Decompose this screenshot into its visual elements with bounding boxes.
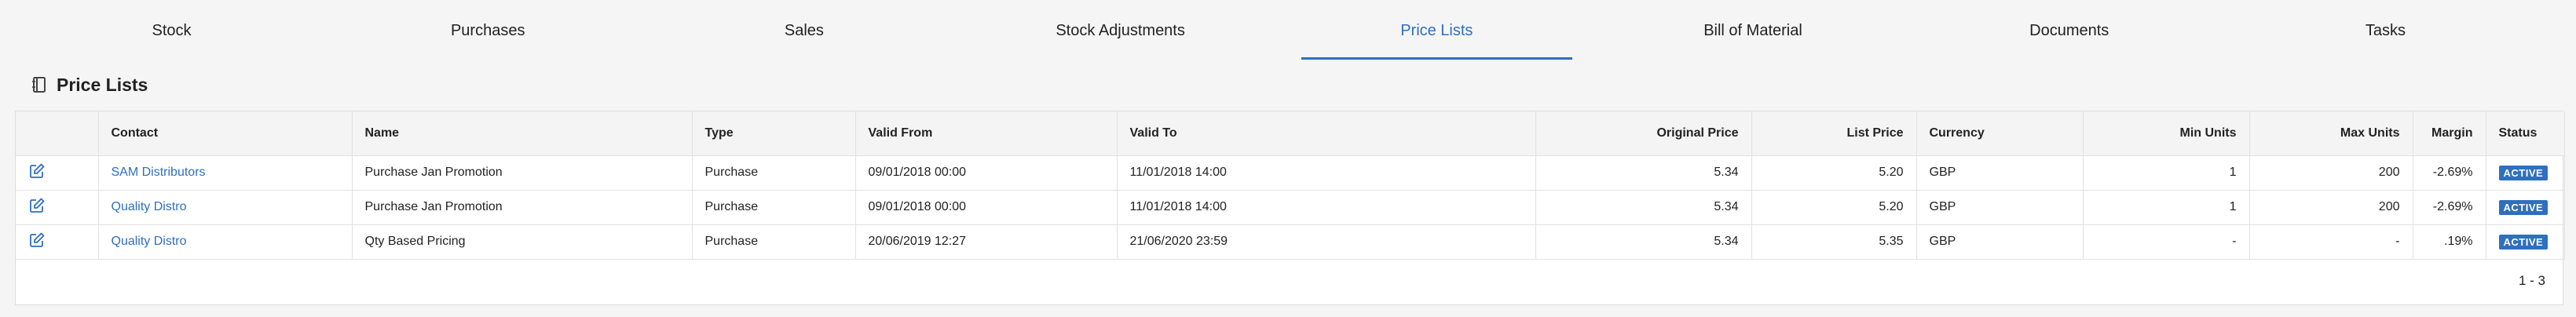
- valid-to-cell: 11/01/2018 14:00: [1117, 155, 1536, 191]
- column-header-margin[interactable]: Margin: [2413, 111, 2486, 156]
- tab-tasks[interactable]: Tasks: [2250, 0, 2521, 61]
- column-header-min-units[interactable]: Min Units: [2083, 111, 2250, 156]
- status-cell: ACTIVE: [2486, 155, 2565, 191]
- edit-cell: [16, 190, 99, 225]
- tab-bill-of-material[interactable]: Bill of Material: [1618, 0, 1889, 61]
- table-header-row: Contact Name Type Valid From Valid To Or…: [16, 111, 2565, 156]
- contact-link[interactable]: SAM Distributors: [112, 166, 206, 179]
- column-header-valid-from[interactable]: Valid From: [855, 111, 1118, 156]
- list-price-cell: 5.35: [1751, 224, 1917, 260]
- page-title: Price Lists: [57, 74, 148, 95]
- tab-sales[interactable]: Sales: [668, 0, 939, 61]
- valid-to-cell: 11/01/2018 14:00: [1117, 190, 1536, 225]
- type-cell: Purchase: [692, 190, 856, 225]
- table-row: Quality Distro Qty Based Pricing Purchas…: [16, 224, 2565, 260]
- tab-documents[interactable]: Documents: [1934, 0, 2205, 61]
- column-header-edit: [16, 111, 99, 156]
- tab-bar: Stock Purchases Sales Stock Adjustments …: [0, 0, 2576, 61]
- valid-from-cell: 09/01/2018 00:00: [855, 190, 1118, 225]
- currency-cell: GBP: [1916, 224, 2084, 260]
- max-units-cell: -: [2249, 224, 2413, 260]
- valid-to-cell: 21/06/2020 23:59: [1117, 224, 1536, 260]
- status-badge: ACTIVE: [2498, 165, 2549, 180]
- original-price-cell: 5.34: [1535, 224, 1752, 260]
- min-units-cell: -: [2083, 224, 2250, 260]
- contact-cell: SAM Distributors: [98, 155, 353, 191]
- list-price-cell: 5.20: [1751, 190, 1917, 225]
- column-header-type[interactable]: Type: [692, 111, 856, 156]
- max-units-cell: 200: [2249, 190, 2413, 225]
- type-cell: Purchase: [692, 155, 856, 191]
- name-cell: Qty Based Pricing: [352, 224, 693, 260]
- edit-cell: [16, 224, 99, 260]
- list-price-cell: 5.20: [1751, 155, 1917, 191]
- margin-cell: -2.69%: [2413, 155, 2486, 191]
- edit-icon[interactable]: [28, 162, 46, 180]
- max-units-cell: 200: [2249, 155, 2413, 191]
- column-header-name[interactable]: Name: [352, 111, 693, 156]
- status-cell: ACTIVE: [2486, 190, 2565, 225]
- tab-purchases[interactable]: Purchases: [353, 0, 624, 61]
- edit-icon[interactable]: [28, 197, 46, 214]
- column-header-status[interactable]: Status: [2486, 111, 2565, 156]
- edit-cell: [16, 155, 99, 191]
- contact-link[interactable]: Quality Distro: [112, 235, 187, 248]
- table-row: Quality Distro Purchase Jan Promotion Pu…: [16, 190, 2565, 225]
- tab-stock-adjustments[interactable]: Stock Adjustments: [985, 0, 1256, 61]
- price-lists-panel: Contact Name Type Valid From Valid To Or…: [15, 111, 2565, 305]
- margin-cell: -2.69%: [2413, 190, 2486, 225]
- tab-stock[interactable]: Stock: [36, 0, 307, 61]
- column-header-list-price[interactable]: List Price: [1751, 111, 1917, 156]
- price-lists-table: Contact Name Type Valid From Valid To Or…: [16, 111, 2565, 260]
- table-row: SAM Distributors Purchase Jan Promotion …: [16, 155, 2565, 191]
- status-cell: ACTIVE: [2486, 224, 2565, 260]
- valid-from-cell: 20/06/2019 12:27: [855, 224, 1118, 260]
- pagination-range: 1 - 3: [2518, 273, 2545, 288]
- contact-link[interactable]: Quality Distro: [112, 200, 187, 213]
- original-price-cell: 5.34: [1535, 190, 1752, 225]
- currency-cell: GBP: [1916, 190, 2084, 225]
- column-header-currency[interactable]: Currency: [1916, 111, 2084, 156]
- original-price-cell: 5.34: [1535, 155, 1752, 191]
- column-header-valid-to[interactable]: Valid To: [1117, 111, 1536, 156]
- status-badge: ACTIVE: [2498, 234, 2549, 250]
- tab-price-lists[interactable]: Price Lists: [1301, 0, 1572, 61]
- section-header: Price Lists: [31, 73, 148, 97]
- edit-icon[interactable]: [28, 231, 46, 249]
- min-units-cell: 1: [2083, 155, 2250, 191]
- min-units-cell: 1: [2083, 190, 2250, 225]
- column-header-contact[interactable]: Contact: [98, 111, 353, 156]
- valid-from-cell: 09/01/2018 00:00: [855, 155, 1118, 191]
- type-cell: Purchase: [692, 224, 856, 260]
- column-header-original-price[interactable]: Original Price: [1535, 111, 1752, 156]
- currency-cell: GBP: [1916, 155, 2084, 191]
- name-cell: Purchase Jan Promotion: [352, 155, 693, 191]
- margin-cell: .19%: [2413, 224, 2486, 260]
- column-header-max-units[interactable]: Max Units: [2249, 111, 2413, 156]
- name-cell: Purchase Jan Promotion: [352, 190, 693, 225]
- contact-cell: Quality Distro: [98, 224, 353, 260]
- notebook-icon: [31, 76, 47, 93]
- status-badge: ACTIVE: [2498, 199, 2549, 215]
- contact-cell: Quality Distro: [98, 190, 353, 225]
